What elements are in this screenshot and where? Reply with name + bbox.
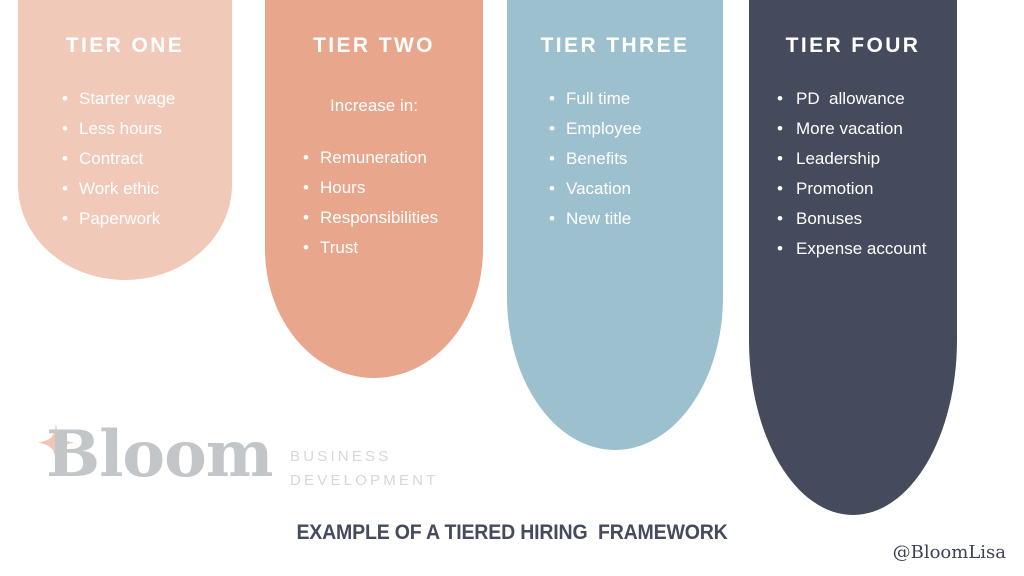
tier-column-two-content: TIER TWO Increase in: Remuneration Hours… xyxy=(265,0,483,263)
list-item: Hours xyxy=(303,173,483,203)
list-item: Bonuses xyxy=(777,204,927,234)
list-item: Vacation xyxy=(549,174,723,204)
social-handle: @BloomLisa xyxy=(892,542,1006,563)
list-item: Full time xyxy=(549,84,723,114)
tier-three-title: TIER THREE xyxy=(540,34,690,57)
list-item: Contract xyxy=(62,144,232,174)
tier-column-two: TIER TWO Increase in: Remuneration Hours… xyxy=(265,0,483,378)
tier-three-list: Full time Employee Benefits Vacation New… xyxy=(549,84,723,234)
list-item: Less hours xyxy=(62,114,232,144)
brand-logo: Bloom BUSINESS DEVELOPMENT xyxy=(34,415,464,505)
tier-four-list: PD allowance More vacation Leadership Pr… xyxy=(777,84,927,264)
list-item: Trust xyxy=(303,233,483,263)
list-item: Employee xyxy=(549,114,723,144)
tier-column-three: TIER THREE Full time Employee Benefits V… xyxy=(507,0,723,450)
logo-tagline-line-2: DEVELOPMENT xyxy=(290,472,439,489)
list-item: New title xyxy=(549,204,723,234)
tier-column-three-content: TIER THREE Full time Employee Benefits V… xyxy=(507,0,723,234)
tier-one-title: TIER ONE xyxy=(65,34,185,57)
list-item: Responsibilities xyxy=(303,203,483,233)
tier-four-title: TIER FOUR xyxy=(785,34,921,57)
tier-column-four: TIER FOUR PD allowance More vacation Lea… xyxy=(749,0,957,515)
list-item: Leadership xyxy=(777,144,927,174)
tier-column-one: TIER ONE Starter wage Less hours Contrac… xyxy=(18,0,232,280)
list-item: Benefits xyxy=(549,144,723,174)
list-item: PD allowance xyxy=(777,84,927,114)
tier-column-one-content: TIER ONE Starter wage Less hours Contrac… xyxy=(18,0,232,234)
tier-column-four-content: TIER FOUR PD allowance More vacation Lea… xyxy=(749,0,957,264)
logo-tagline: BUSINESS DEVELOPMENT xyxy=(290,445,439,493)
list-item: Starter wage xyxy=(62,84,232,114)
list-item: More vacation xyxy=(777,114,927,144)
list-item: Promotion xyxy=(777,174,927,204)
tier-two-subtitle: Increase in: xyxy=(330,96,418,115)
list-item: Paperwork xyxy=(62,204,232,234)
list-item: Remuneration xyxy=(303,143,483,173)
list-item: Work ethic xyxy=(62,174,232,204)
tier-two-list: Remuneration Hours Responsibilities Trus… xyxy=(303,143,483,263)
caption-title: EXAMPLE OF A TIERED HIRING FRAMEWORK xyxy=(296,521,728,544)
logo-wordmark: Bloom xyxy=(46,417,273,492)
logo-tagline-line-1: BUSINESS xyxy=(290,448,392,465)
tier-one-list: Starter wage Less hours Contract Work et… xyxy=(62,84,232,234)
list-item: Expense account xyxy=(777,234,927,264)
tier-two-title: TIER TWO xyxy=(313,34,435,57)
